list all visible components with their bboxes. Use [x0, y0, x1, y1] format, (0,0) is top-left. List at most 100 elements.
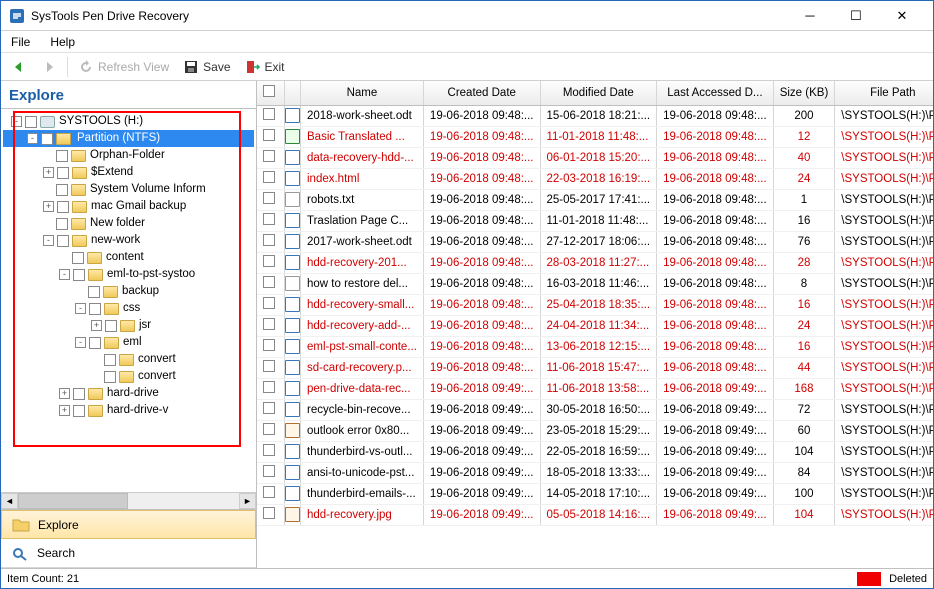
tree-node[interactable]: convert	[3, 351, 254, 368]
col-icon-header[interactable]	[285, 81, 301, 105]
menu-file[interactable]: File	[11, 35, 30, 49]
scroll-track[interactable]	[18, 493, 239, 509]
table-row[interactable]: 2017-work-sheet.odt19-06-2018 09:48:...2…	[257, 231, 933, 252]
tree-node[interactable]: System Volume Inform	[3, 181, 254, 198]
row-checkbox[interactable]	[263, 465, 275, 477]
col-created-header[interactable]: Created Date	[423, 81, 540, 105]
table-row[interactable]: recycle-bin-recove...19-06-2018 09:49:..…	[257, 399, 933, 420]
nav-back-button[interactable]	[7, 57, 31, 77]
tree-checkbox[interactable]	[73, 269, 85, 281]
tree-checkbox[interactable]	[41, 133, 53, 145]
tree-checkbox[interactable]	[57, 167, 69, 179]
tree-checkbox[interactable]	[104, 354, 116, 366]
row-checkbox[interactable]	[263, 360, 275, 372]
col-check-header[interactable]	[257, 81, 285, 105]
expand-toggle[interactable]: -	[27, 133, 38, 144]
nav-forward-button[interactable]	[37, 57, 61, 77]
scroll-left-button[interactable]: ◄	[1, 493, 18, 509]
tree-node[interactable]: +hard-drive-v	[3, 402, 254, 419]
scroll-right-button[interactable]: ►	[239, 493, 256, 509]
table-row[interactable]: how to restore del...19-06-2018 09:48:..…	[257, 273, 933, 294]
folder-tree[interactable]: -SYSTOOLS (H:)-Partition (NTFS)Orphan-Fo…	[1, 109, 256, 423]
tree-checkbox[interactable]	[25, 116, 37, 128]
tab-explore[interactable]: Explore	[1, 510, 256, 539]
tree-checkbox[interactable]	[88, 286, 100, 298]
expand-toggle[interactable]: -	[11, 116, 22, 127]
expand-toggle[interactable]: -	[75, 303, 86, 314]
table-row[interactable]: thunderbird-emails-...19-06-2018 09:49:.…	[257, 483, 933, 504]
row-checkbox[interactable]	[263, 171, 275, 183]
row-checkbox[interactable]	[263, 402, 275, 414]
tree-node[interactable]: Orphan-Folder	[3, 147, 254, 164]
tree-node[interactable]: -Partition (NTFS)	[3, 130, 254, 147]
expand-toggle[interactable]: -	[75, 337, 86, 348]
tree-checkbox[interactable]	[56, 218, 68, 230]
table-row[interactable]: data-recovery-hdd-...19-06-2018 09:48:..…	[257, 147, 933, 168]
table-row[interactable]: sd-card-recovery.p...19-06-2018 09:48:..…	[257, 357, 933, 378]
table-row[interactable]: hdd-recovery-small...19-06-2018 09:48:..…	[257, 294, 933, 315]
tree-node[interactable]: +jsr	[3, 317, 254, 334]
table-row[interactable]: outlook error 0x80...19-06-2018 09:49:..…	[257, 420, 933, 441]
col-name-header[interactable]: Name	[301, 81, 424, 105]
expand-toggle[interactable]: +	[91, 320, 102, 331]
row-checkbox[interactable]	[263, 297, 275, 309]
close-button[interactable]: ✕	[879, 1, 925, 31]
menu-help[interactable]: Help	[50, 35, 75, 49]
table-row[interactable]: Basic Translated ...19-06-2018 09:48:...…	[257, 126, 933, 147]
tree-node[interactable]: -eml-to-pst-systoo	[3, 266, 254, 283]
row-checkbox[interactable]	[263, 255, 275, 267]
table-row[interactable]: Traslation Page C...19-06-2018 09:48:...…	[257, 210, 933, 231]
row-checkbox[interactable]	[263, 318, 275, 330]
tree-checkbox[interactable]	[57, 235, 69, 247]
col-modified-header[interactable]: Modified Date	[540, 81, 657, 105]
row-checkbox[interactable]	[263, 507, 275, 519]
tree-checkbox[interactable]	[89, 337, 101, 349]
col-path-header[interactable]: File Path	[835, 81, 933, 105]
table-row[interactable]: robots.txt19-06-2018 09:48:...25-05-2017…	[257, 189, 933, 210]
tree-node[interactable]: -eml	[3, 334, 254, 351]
expand-toggle[interactable]: +	[59, 405, 70, 416]
scroll-thumb[interactable]	[18, 493, 128, 509]
col-accessed-header[interactable]: Last Accessed D...	[657, 81, 774, 105]
save-button[interactable]: Save	[179, 57, 234, 77]
minimize-button[interactable]: ─	[787, 1, 833, 31]
table-row[interactable]: 2018-work-sheet.odt19-06-2018 09:48:...1…	[257, 105, 933, 126]
tree-node[interactable]: backup	[3, 283, 254, 300]
row-checkbox[interactable]	[263, 108, 275, 120]
table-row[interactable]: hdd-recovery-201...19-06-2018 09:48:...2…	[257, 252, 933, 273]
table-row[interactable]: eml-pst-small-conte...19-06-2018 09:48:.…	[257, 336, 933, 357]
tree-node[interactable]: New folder	[3, 215, 254, 232]
tab-search[interactable]: Search	[1, 539, 256, 568]
row-checkbox[interactable]	[263, 381, 275, 393]
tree-checkbox[interactable]	[56, 150, 68, 162]
table-row[interactable]: pen-drive-data-rec...19-06-2018 09:49:..…	[257, 378, 933, 399]
tree-node[interactable]: -SYSTOOLS (H:)	[3, 113, 254, 130]
tree-checkbox[interactable]	[57, 201, 69, 213]
expand-toggle[interactable]: +	[43, 167, 54, 178]
refresh-button[interactable]: Refresh View	[74, 57, 173, 77]
tree-node[interactable]: -css	[3, 300, 254, 317]
row-checkbox[interactable]	[263, 339, 275, 351]
exit-button[interactable]: Exit	[241, 57, 289, 77]
tree-horizontal-scrollbar[interactable]: ◄ ►	[1, 492, 256, 509]
expand-toggle[interactable]: +	[59, 388, 70, 399]
table-row[interactable]: index.html19-06-2018 09:48:...22-03-2018…	[257, 168, 933, 189]
tree-node[interactable]: +mac Gmail backup	[3, 198, 254, 215]
col-size-header[interactable]: Size (KB)	[773, 81, 835, 105]
tree-node[interactable]: convert	[3, 368, 254, 385]
expand-toggle[interactable]: -	[59, 269, 70, 280]
tree-checkbox[interactable]	[73, 388, 85, 400]
tree-checkbox[interactable]	[104, 371, 116, 383]
tree-checkbox[interactable]	[73, 405, 85, 417]
tree-node[interactable]: +$Extend	[3, 164, 254, 181]
tree-node[interactable]: +hard-drive	[3, 385, 254, 402]
row-checkbox[interactable]	[263, 444, 275, 456]
table-row[interactable]: ansi-to-unicode-pst...19-06-2018 09:49:.…	[257, 462, 933, 483]
row-checkbox[interactable]	[263, 423, 275, 435]
table-row[interactable]: thunderbird-vs-outl...19-06-2018 09:49:.…	[257, 441, 933, 462]
expand-toggle[interactable]: -	[43, 235, 54, 246]
maximize-button[interactable]: ☐	[833, 1, 879, 31]
row-checkbox[interactable]	[263, 192, 275, 204]
file-grid[interactable]: Name Created Date Modified Date Last Acc…	[257, 81, 933, 568]
tree-node[interactable]: -new-work	[3, 232, 254, 249]
